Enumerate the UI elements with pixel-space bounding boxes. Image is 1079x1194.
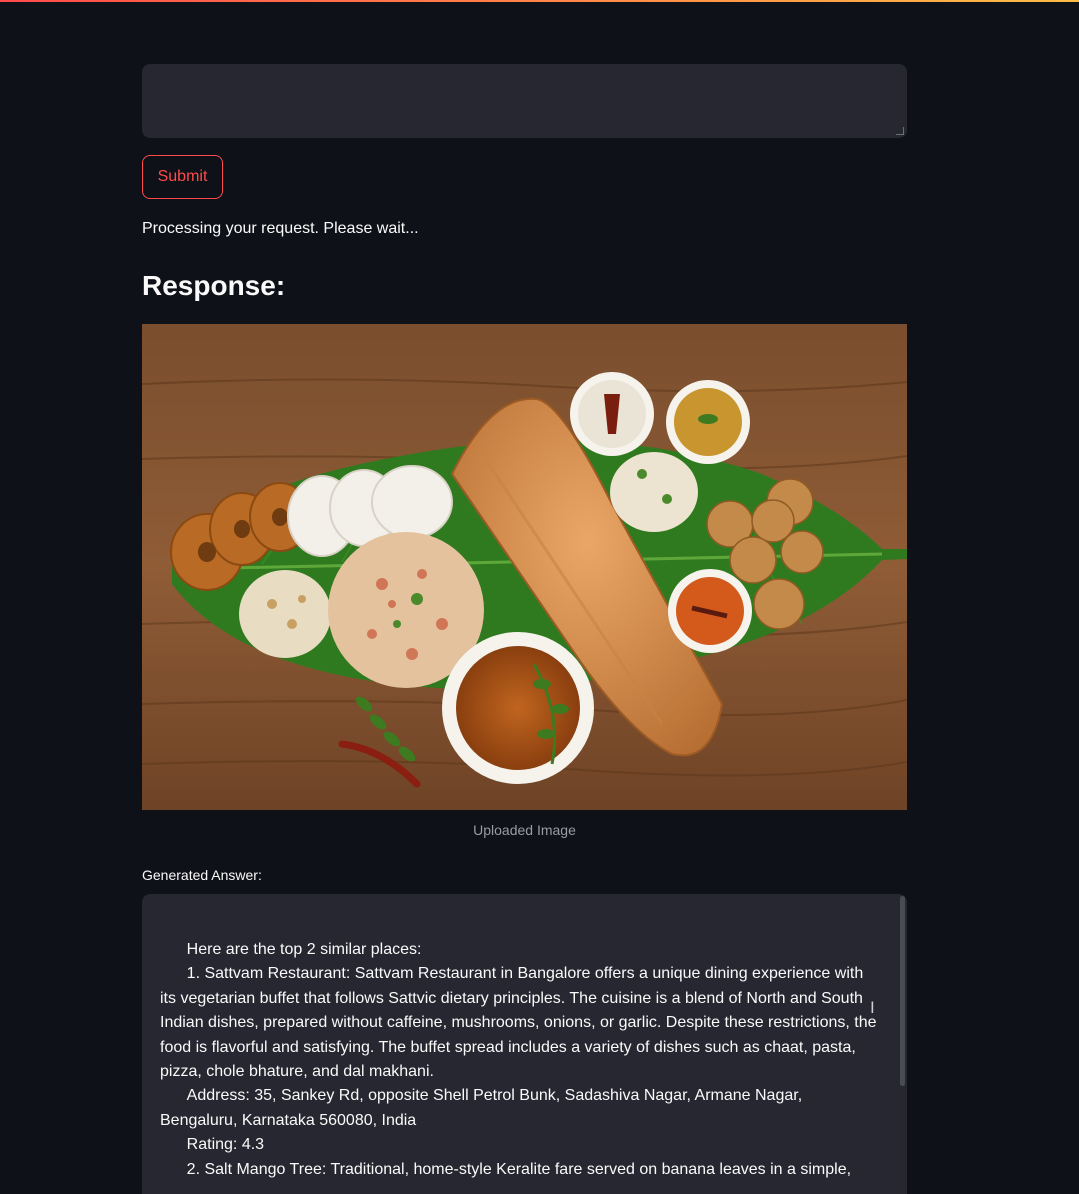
status-message: Processing your request. Please wait... [142, 220, 419, 237]
resize-grip-icon[interactable] [896, 127, 904, 135]
uploaded-food-image [142, 324, 907, 810]
image-caption: Uploaded Image [473, 822, 576, 838]
generated-answer-text: Here are the top 2 similar places: 1. Sa… [160, 941, 877, 1178]
submit-button[interactable]: Submit [142, 155, 223, 199]
answer-scrollbar[interactable] [900, 896, 905, 1086]
i-beam-cursor-icon: I [870, 998, 875, 1017]
response-heading: Response: [142, 270, 286, 301]
generated-answer-label: Generated Answer: [142, 867, 262, 883]
generated-answer-textbox[interactable]: Here are the top 2 similar places: 1. Sa… [142, 894, 907, 1194]
query-textarea[interactable] [142, 64, 907, 138]
app-top-decoration-bar [0, 0, 1079, 2]
